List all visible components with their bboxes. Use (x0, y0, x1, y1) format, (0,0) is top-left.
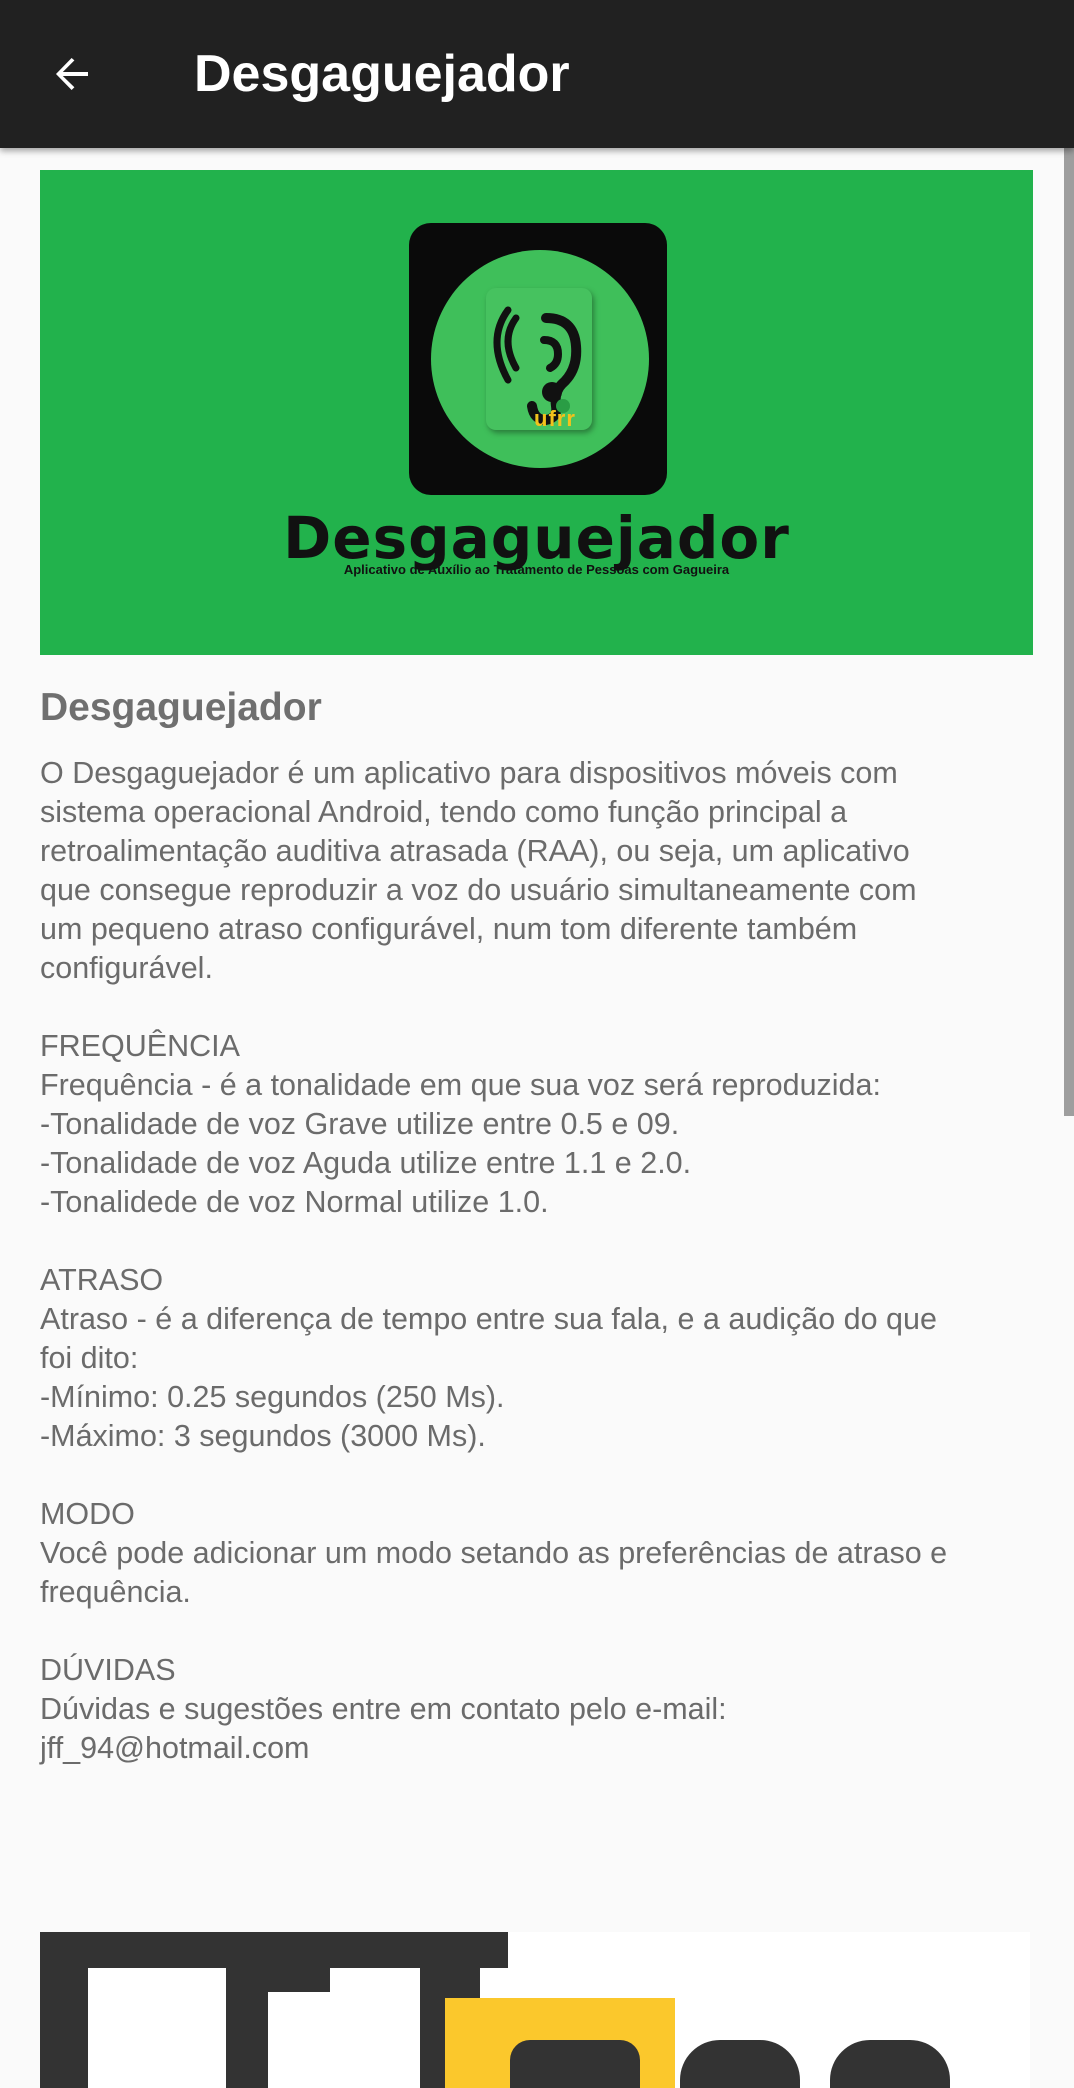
text-line: -Tonalidede de voz Normal utilize 1.0. (40, 1185, 549, 1219)
text-line: que consegue reproduzir a voz do usuário… (40, 873, 917, 907)
text-line: frequência. (40, 1575, 191, 1609)
text-line: O Desgaguejador é um aplicativo para dis… (40, 756, 898, 790)
page-title: Desgaguejador (194, 45, 570, 103)
ufrr-small-logo: ufrr (534, 406, 576, 431)
logo-shape (226, 1932, 268, 2088)
text-line: Atraso - é a diferença de tempo entre su… (40, 1302, 937, 1336)
contact-email[interactable]: jff_94@hotmail.com (40, 1729, 1030, 1768)
text-line: -Tonalidade de voz Grave utilize entre 0… (40, 1107, 680, 1141)
back-button[interactable] (36, 38, 108, 110)
app-icon-circle: ufrr (431, 250, 649, 468)
text-line: Dúvidas e sugestões entre em contato pel… (40, 1692, 727, 1726)
atraso-section: ATRASO Atraso - é a diferença de tempo e… (40, 1261, 1030, 1456)
logo-shape (268, 1932, 330, 1992)
logo-shape (40, 1932, 88, 2088)
banner-subtitle: Aplicativo de Auxílio ao Tratamento de P… (343, 562, 730, 577)
ufrr-logo (40, 1932, 1030, 2088)
text-line: retroalimentação auditiva atrasada (RAA)… (40, 834, 910, 868)
logo-shape (680, 2040, 800, 2088)
content-title: Desgaguejador (40, 686, 322, 729)
app-bar: Desgaguejador (0, 0, 1074, 148)
about-content: Desgaguejador O Desgaguejador é um aplic… (40, 680, 1030, 1807)
text-line: um pequeno atraso configurável, num tom … (40, 912, 858, 946)
text-line: -Máximo: 3 segundos (3000 Ms). (40, 1419, 486, 1453)
logo-shape (510, 2040, 640, 2088)
app-icon-tile: ufrr (486, 288, 592, 431)
section-heading: FREQUÊNCIA (40, 1029, 240, 1063)
section-heading: ATRASO (40, 1263, 164, 1297)
duvidas-section: DÚVIDAS Dúvidas e sugestões entre em con… (40, 1651, 1030, 1768)
app-banner: ufrr Desgaguejador Aplicativo de Auxílio… (40, 170, 1033, 655)
intro-paragraph: O Desgaguejador é um aplicativo para dis… (40, 754, 1030, 988)
text-line: Você pode adicionar um modo setando as p… (40, 1536, 948, 1570)
scrollbar[interactable] (1064, 148, 1074, 1116)
text-line: -Mínimo: 0.25 segundos (250 Ms). (40, 1380, 505, 1414)
text-line: foi dito: (40, 1341, 139, 1375)
text-line: configurável. (40, 951, 213, 985)
modo-section: MODO Você pode adicionar um modo setando… (40, 1495, 1030, 1612)
text-line: sistema operacional Android, tendo como … (40, 795, 848, 829)
section-heading: DÚVIDAS (40, 1653, 176, 1687)
logo-shape (830, 2040, 950, 2088)
text-line: Frequência - é a tonalidade em que sua v… (40, 1068, 881, 1102)
app-icon: ufrr (409, 223, 667, 495)
arrow-back-icon (56, 58, 88, 90)
logo-shape (330, 1932, 420, 1956)
text-line: -Tonalidade de voz Aguda utilize entre 1… (40, 1146, 692, 1180)
frequencia-section: FREQUÊNCIA Frequência - é a tonalidade e… (40, 1027, 1030, 1222)
section-heading: MODO (40, 1497, 135, 1531)
